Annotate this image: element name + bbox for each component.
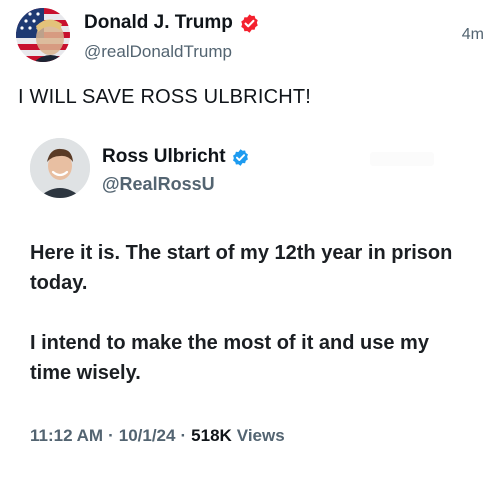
post-timestamp[interactable]: 4m [462,26,484,44]
quoted-author-name: Ross Ulbricht [102,146,226,167]
author-handle[interactable]: @realDonaldTrump [84,42,232,62]
meta-separator: · [180,426,187,445]
views-label: Views [236,426,285,445]
verified-badge-icon [241,13,258,33]
quoted-time[interactable]: 11:12 AM [30,426,103,446]
avatar-flag-image [16,8,70,62]
quoted-tweet-screenshot[interactable]: Ross Ulbricht @RealRossU Here it is. The… [30,138,470,468]
quoted-tweet-meta: 11:12 AM · 10/1/24 · 518K Views [30,426,285,446]
post-text: I WILL SAVE ROSS ULBRICHT! [18,86,312,108]
quoted-author-name-row[interactable]: Ross Ulbricht [102,146,250,168]
views-count: 518K [191,426,232,445]
faded-area [370,152,434,166]
author-name-row[interactable]: Donald J. Trump [84,12,260,34]
quoted-avatar[interactable] [30,138,90,198]
quoted-paragraph-2: I intend to make the most of it and use … [30,332,429,384]
meta-separator: · [108,426,114,445]
post-header: Donald J. Trump @realDonaldTrump 4m [16,8,484,64]
quoted-author-handle[interactable]: @RealRossU [102,174,215,195]
avatar[interactable] [16,8,70,62]
quoted-date[interactable]: 10/1/24 [119,426,176,446]
author-name: Donald J. Trump [84,12,233,33]
quoted-paragraph-1: Here it is. The start of my 12th year in… [30,242,453,294]
truth-post: Donald J. Trump @realDonaldTrump 4m I WI… [0,0,500,479]
quoted-avatar-photo [30,138,90,198]
verified-badge-icon [232,148,248,166]
quoted-tweet-body: Here it is. The start of my 12th year in… [30,238,460,418]
